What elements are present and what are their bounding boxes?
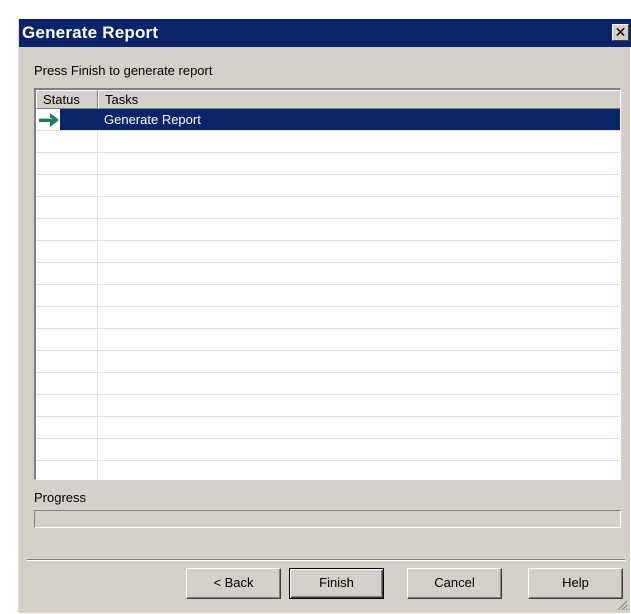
- progress-bar: [34, 510, 621, 528]
- status-cell: [36, 461, 98, 479]
- column-header-status[interactable]: Status: [36, 90, 98, 109]
- table-row[interactable]: Generate Report: [36, 109, 620, 131]
- separator: [27, 559, 625, 561]
- task-label: Generate Report: [104, 112, 201, 127]
- task-list[interactable]: Status Tasks Generate Report: [34, 88, 621, 480]
- table-row[interactable]: [36, 263, 620, 285]
- table-row[interactable]: [36, 395, 620, 417]
- status-cell: [36, 351, 98, 372]
- status-cell: [36, 175, 98, 196]
- table-row[interactable]: [36, 417, 620, 439]
- table-row[interactable]: [36, 329, 620, 351]
- table-row[interactable]: [36, 351, 620, 373]
- table-row[interactable]: [36, 153, 620, 175]
- status-cell: [36, 219, 98, 240]
- resize-grip-icon[interactable]: [616, 599, 628, 611]
- table-row[interactable]: [36, 285, 620, 307]
- close-icon: ✕: [614, 24, 627, 40]
- status-cell: [36, 329, 98, 350]
- table-row[interactable]: [36, 307, 620, 329]
- table-row[interactable]: [36, 197, 620, 219]
- instruction-text: Press Finish to generate report: [34, 63, 213, 78]
- status-cell: [36, 109, 60, 130]
- status-cell: [36, 417, 98, 438]
- status-cell: [36, 131, 98, 152]
- status-cell: [36, 395, 98, 416]
- table-row[interactable]: [36, 461, 620, 479]
- status-cell: [36, 197, 98, 218]
- title-bar[interactable]: Generate Report ✕: [19, 19, 631, 47]
- table-row[interactable]: [36, 439, 620, 461]
- status-cell: [36, 439, 98, 460]
- generate-report-dialog: Generate Report ✕ Press Finish to genera…: [18, 19, 631, 613]
- status-cell: [36, 285, 98, 306]
- finish-button[interactable]: Finish: [289, 568, 384, 599]
- arrow-right-icon: [39, 113, 59, 127]
- help-button[interactable]: Help: [528, 568, 623, 599]
- column-header-tasks[interactable]: Tasks: [98, 90, 620, 109]
- status-cell: [36, 307, 98, 328]
- table-row[interactable]: [36, 373, 620, 395]
- back-button[interactable]: < Back: [186, 568, 281, 599]
- status-cell: [36, 153, 98, 174]
- status-selection: [60, 109, 98, 130]
- table-row[interactable]: [36, 175, 620, 197]
- status-cell: [36, 263, 98, 284]
- status-cell: [36, 241, 98, 262]
- close-button[interactable]: ✕: [612, 24, 629, 41]
- table-row[interactable]: [36, 241, 620, 263]
- window-title: Generate Report: [22, 23, 159, 42]
- table-row[interactable]: [36, 219, 620, 241]
- cancel-button[interactable]: Cancel: [407, 568, 502, 599]
- table-row[interactable]: [36, 131, 620, 153]
- progress-label: Progress: [34, 490, 87, 505]
- status-cell: [36, 373, 98, 394]
- list-header: Status Tasks: [36, 90, 620, 109]
